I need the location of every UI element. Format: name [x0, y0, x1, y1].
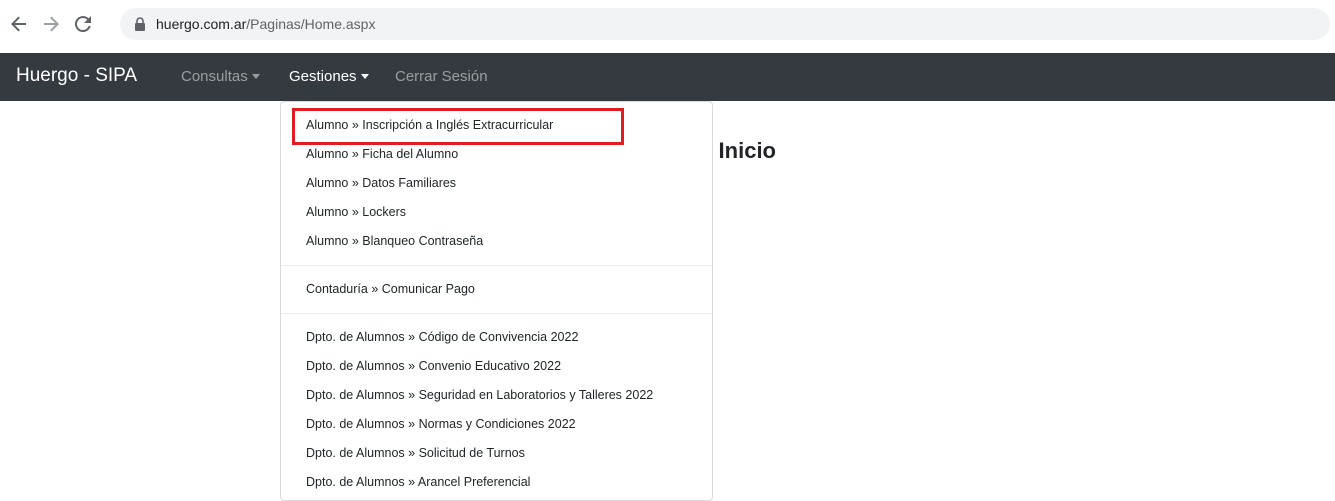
dropdown-group-contaduria: Contaduría » Comunicar Pago: [281, 275, 712, 304]
reload-icon[interactable]: [72, 13, 94, 35]
lock-icon: [134, 17, 146, 31]
top-navbar: Huergo - SIPA Consultas Gestiones Cerrar…: [0, 53, 1335, 101]
url-domain: huergo.com.ar: [156, 16, 247, 32]
menu-item-solicitud-turnos[interactable]: Dpto. de Alumnos » Solicitud de Turnos: [281, 439, 712, 468]
nav-consultas-dropdown[interactable]: Consultas: [181, 68, 260, 86]
menu-item-lockers[interactable]: Alumno » Lockers: [281, 198, 712, 227]
menu-item-inscripcion-ingles[interactable]: Alumno » Inscripción a Inglés Extracurri…: [281, 111, 712, 140]
nav-gestiones-label: Gestiones: [289, 68, 357, 85]
menu-item-comunicar-pago[interactable]: Contaduría » Comunicar Pago: [281, 275, 712, 304]
browser-toolbar: huergo.com.ar/Paginas/Home.aspx: [0, 0, 1335, 53]
menu-item-codigo-convivencia[interactable]: Dpto. de Alumnos » Código de Convivencia…: [281, 323, 712, 352]
nav-gestiones-dropdown[interactable]: Gestiones: [289, 68, 369, 86]
forward-arrow-icon[interactable]: [40, 13, 62, 35]
menu-item-arancel-preferencial[interactable]: Dpto. de Alumnos » Arancel Preferencial: [281, 468, 712, 497]
menu-item-normas-condiciones[interactable]: Dpto. de Alumnos » Normas y Condiciones …: [281, 410, 712, 439]
dropdown-divider: [281, 265, 712, 266]
nav-consultas-label: Consultas: [181, 68, 248, 85]
gestiones-dropdown-menu: Alumno » Inscripción a Inglés Extracurri…: [280, 101, 713, 501]
dropdown-group-alumno: Alumno » Inscripción a Inglés Extracurri…: [281, 111, 712, 256]
caret-down-icon: [360, 74, 369, 79]
menu-item-convenio-educativo[interactable]: Dpto. de Alumnos » Convenio Educativo 20…: [281, 352, 712, 381]
menu-item-seguridad-laboratorios[interactable]: Dpto. de Alumnos » Seguridad en Laborato…: [281, 381, 712, 410]
menu-item-ficha-alumno[interactable]: Alumno » Ficha del Alumno: [281, 140, 712, 169]
url-path: /Paginas/Home.aspx: [246, 16, 376, 32]
menu-item-datos-familiares[interactable]: Alumno » Datos Familiares: [281, 169, 712, 198]
brand-link[interactable]: Huergo - SIPA: [16, 64, 137, 88]
back-arrow-icon[interactable]: [8, 13, 30, 35]
dropdown-group-dpto-alumnos: Dpto. de Alumnos » Código de Convivencia…: [281, 323, 712, 497]
caret-down-icon: [251, 74, 260, 79]
address-bar[interactable]: huergo.com.ar/Paginas/Home.aspx: [120, 8, 1330, 40]
nav-cerrar-sesion[interactable]: Cerrar Sesión: [395, 68, 488, 86]
dropdown-divider: [281, 313, 712, 314]
menu-item-blanqueo-contrasena[interactable]: Alumno » Blanqueo Contraseña: [281, 227, 712, 256]
